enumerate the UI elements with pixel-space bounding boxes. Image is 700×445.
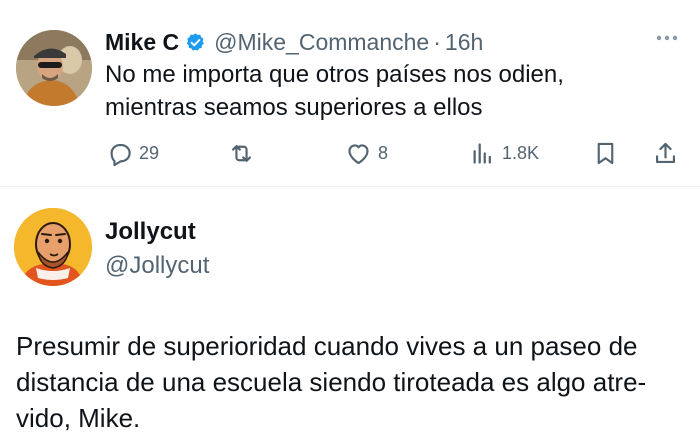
reply-text-line: distancia de una escuela siendo tirotead… xyxy=(16,367,647,397)
tweet-text-line: No me importa que otros países nos odien… xyxy=(105,61,564,88)
reply-avatar[interactable] xyxy=(14,208,92,286)
author-name[interactable]: Mike C xyxy=(105,29,179,56)
reply-text-line: vido, Mike. xyxy=(16,403,141,433)
original-tweet[interactable]: Mike C @Mike_Commanche · 16h No me impor… xyxy=(0,0,700,178)
view-count: 1.8K xyxy=(502,143,540,163)
reply-author-name[interactable]: Jollycut xyxy=(105,218,196,246)
avatar[interactable] xyxy=(16,30,92,106)
bookmark-icon xyxy=(597,142,614,165)
retweet-button[interactable] xyxy=(228,140,255,167)
reply-button[interactable]: 29 xyxy=(106,140,159,167)
share-icon xyxy=(655,142,676,164)
share-button[interactable] xyxy=(652,140,679,167)
reply-text: Presumir de superioridad cuando vives a … xyxy=(16,328,692,436)
reply-text-line: Presumir de superioridad cuando vives a … xyxy=(16,331,638,361)
tweet-header: Mike C @Mike_Commanche · 16h xyxy=(105,27,483,57)
divider xyxy=(0,186,700,187)
reply-author-handle[interactable]: @Jollycut xyxy=(105,252,209,280)
heart-icon xyxy=(348,144,369,165)
action-bar: 29 8 1.8K xyxy=(0,140,700,172)
timestamp[interactable]: 16h xyxy=(445,29,483,56)
author-handle[interactable]: @Mike_Commanche xyxy=(214,29,429,56)
views-icon xyxy=(473,143,491,164)
tweet-text-line: mientras seamos superiores a ellos xyxy=(105,94,483,121)
verified-badge-icon xyxy=(186,32,204,51)
more-options-icon[interactable] xyxy=(652,28,682,48)
like-button[interactable]: 8 xyxy=(345,140,388,167)
reply-icon xyxy=(110,143,131,167)
views-button[interactable]: 1.8K xyxy=(469,140,539,167)
retweet-icon xyxy=(231,145,252,162)
bookmark-button[interactable] xyxy=(592,140,619,167)
like-count: 8 xyxy=(378,143,389,163)
reply-count: 29 xyxy=(139,143,160,163)
separator-dot: · xyxy=(433,28,441,55)
avatar-photo xyxy=(16,30,92,106)
tweet-text: No me importa que otros países nos odien… xyxy=(105,58,685,124)
avatar-illustration xyxy=(14,208,92,286)
